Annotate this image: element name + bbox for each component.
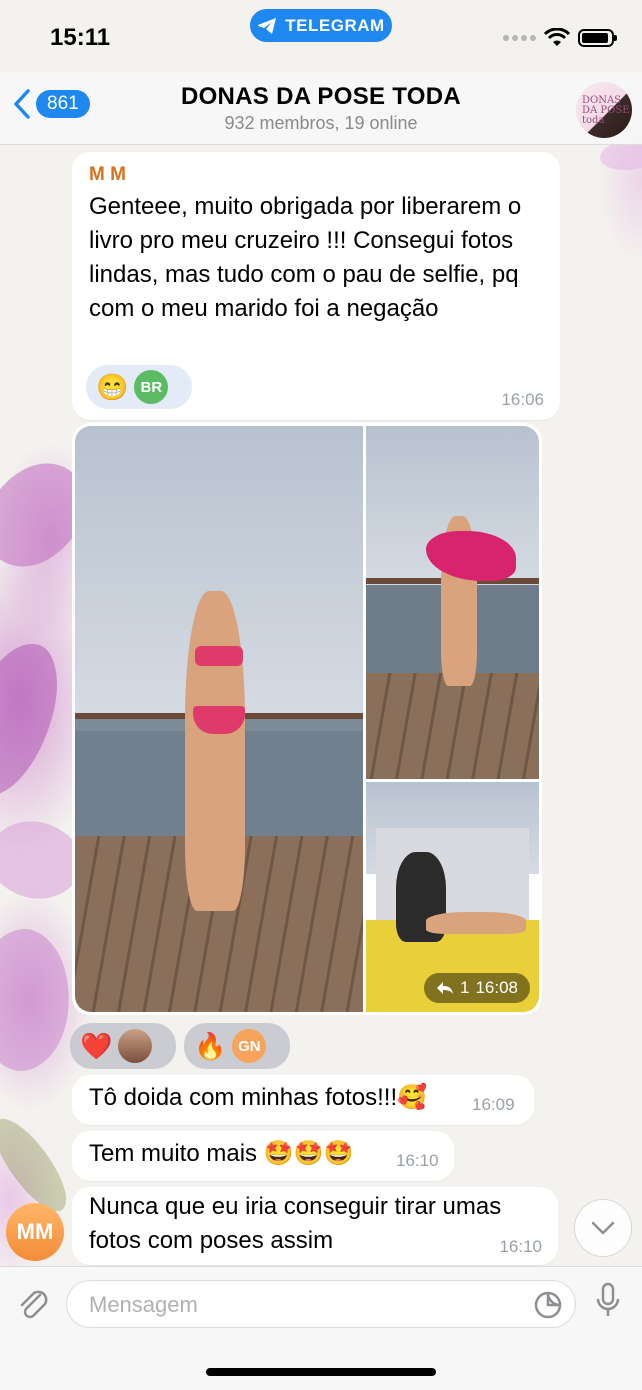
- status-bar: 15:11 TELEGRAM: [0, 0, 642, 72]
- message-time: 16:10: [396, 1151, 439, 1170]
- message-bubble[interactable]: Tô doida com minhas fotos!!!🥰 16:09: [72, 1075, 534, 1125]
- group-avatar-logo: DONAS DA POSE toda: [582, 95, 630, 126]
- group-avatar[interactable]: DONAS DA POSE toda: [576, 82, 632, 138]
- reaction-emoji: 😁: [96, 371, 129, 402]
- return-to-app-pill[interactable]: TELEGRAM: [250, 9, 392, 42]
- reaction-pill[interactable]: 🔥 GN: [184, 1023, 290, 1069]
- app-pill-label: TELEGRAM: [285, 15, 385, 35]
- status-time: 15:11: [50, 24, 111, 51]
- album-meta: 1 16:08: [423, 973, 530, 1003]
- reaction-emoji: 🔥: [194, 1030, 227, 1061]
- photo-album[interactable]: 1 16:08: [72, 423, 542, 1015]
- scroll-to-bottom-button[interactable]: [574, 1199, 632, 1257]
- chevron-down-icon: [591, 1221, 615, 1235]
- message-text: Nunca que eu iria conseguir tirar umas f…: [89, 1193, 502, 1254]
- home-indicator: [206, 1368, 436, 1376]
- message-input-wrapper: [66, 1280, 576, 1329]
- message-bubble[interactable]: Nunca que eu iria conseguir tirar umas f…: [72, 1187, 558, 1265]
- chat-title[interactable]: DONAS DA POSE TODA: [0, 83, 642, 111]
- reaction-emoji: ❤️: [80, 1030, 113, 1061]
- message-text: Tem muito mais 🤩🤩🤩: [89, 1140, 354, 1167]
- sender-avatar[interactable]: MM: [6, 1203, 64, 1261]
- reactor-avatar: BR: [134, 370, 169, 404]
- album-photo-2[interactable]: [366, 426, 539, 779]
- reaction-pill[interactable]: 😁 BR: [86, 365, 192, 409]
- message-time: 16:10: [499, 1237, 542, 1256]
- reactor-avatar: [118, 1029, 153, 1063]
- chat-subtitle: 932 membros, 19 online: [224, 113, 418, 133]
- chat-header: 861 DONAS DA POSE TODA 932 membros, 19 o…: [0, 72, 642, 145]
- message-text: Genteee, muito obrigada por liberarem o …: [89, 193, 522, 322]
- microphone-icon[interactable]: [594, 1282, 622, 1322]
- battery-icon: [578, 29, 617, 47]
- telegram-icon: [258, 17, 277, 34]
- message-input[interactable]: [87, 1281, 511, 1329]
- reply-icon: [436, 982, 453, 994]
- message-time: 16:09: [472, 1095, 515, 1114]
- message-bubble[interactable]: M M Genteee, muito obrigada por liberare…: [72, 152, 560, 420]
- cellular-icon: [503, 35, 536, 41]
- album-photo-1[interactable]: [75, 426, 363, 1012]
- wifi-icon: [544, 28, 570, 46]
- attach-icon[interactable]: [16, 1285, 50, 1323]
- message-time: 16:06: [501, 390, 544, 409]
- sticker-icon[interactable]: [533, 1290, 563, 1320]
- message-text: Tô doida com minhas fotos!!!🥰: [89, 1084, 428, 1111]
- message-bubble[interactable]: Tem muito mais 🤩🤩🤩 16:10: [72, 1131, 454, 1181]
- sender-name[interactable]: M M: [89, 164, 126, 186]
- reply-count: 1: [459, 978, 470, 997]
- album-time: 16:08: [475, 978, 518, 997]
- reactor-avatar: GN: [232, 1029, 267, 1063]
- reaction-pill[interactable]: ❤️: [70, 1023, 176, 1069]
